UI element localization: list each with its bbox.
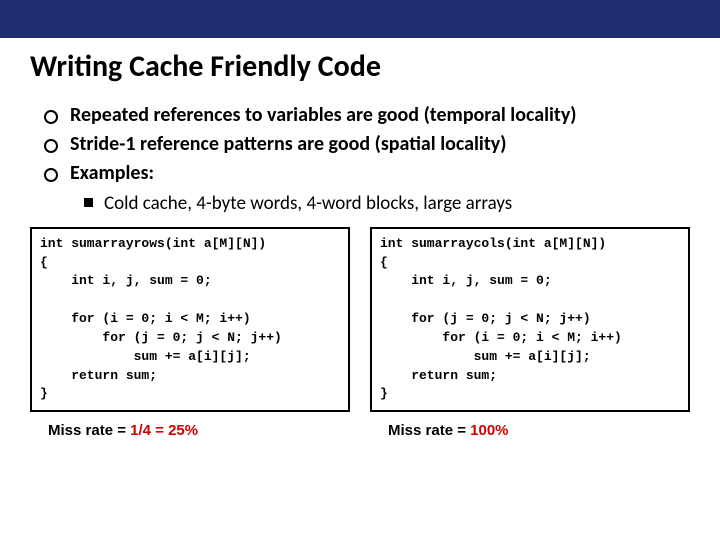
header-bar xyxy=(0,0,720,38)
code-box-cols: int sumarraycols(int a[M][N]) { int i, j… xyxy=(370,227,690,413)
slide-content: Writing Cache Friendly Code Repeated ref… xyxy=(0,38,720,439)
left-column: int sumarrayrows(int a[M][N]) { int i, j… xyxy=(30,227,350,440)
bullet-item: Stride-1 reference patterns are good (sp… xyxy=(44,132,690,157)
miss-rate-left: Miss rate = 1/4 = 25% xyxy=(30,422,350,439)
miss-rate-label: Miss rate = xyxy=(388,422,470,439)
miss-rate-value: 100% xyxy=(470,422,508,439)
miss-rate-value: 1/4 = 25% xyxy=(130,422,198,439)
sub-bullet-list: Cold cache, 4-byte words, 4-word blocks,… xyxy=(30,192,690,217)
code-columns: int sumarrayrows(int a[M][N]) { int i, j… xyxy=(30,227,690,440)
sub-bullet-item: Cold cache, 4-byte words, 4-word blocks,… xyxy=(84,192,690,217)
right-column: int sumarraycols(int a[M][N]) { int i, j… xyxy=(370,227,690,440)
bullet-list: Repeated references to variables are goo… xyxy=(30,103,690,186)
bullet-item: Examples: xyxy=(44,161,690,186)
bullet-item: Repeated references to variables are goo… xyxy=(44,103,690,128)
miss-rate-label: Miss rate = xyxy=(48,422,130,439)
miss-rate-right: Miss rate = 100% xyxy=(370,422,690,439)
slide-title: Writing Cache Friendly Code xyxy=(30,48,690,85)
code-box-rows: int sumarrayrows(int a[M][N]) { int i, j… xyxy=(30,227,350,413)
